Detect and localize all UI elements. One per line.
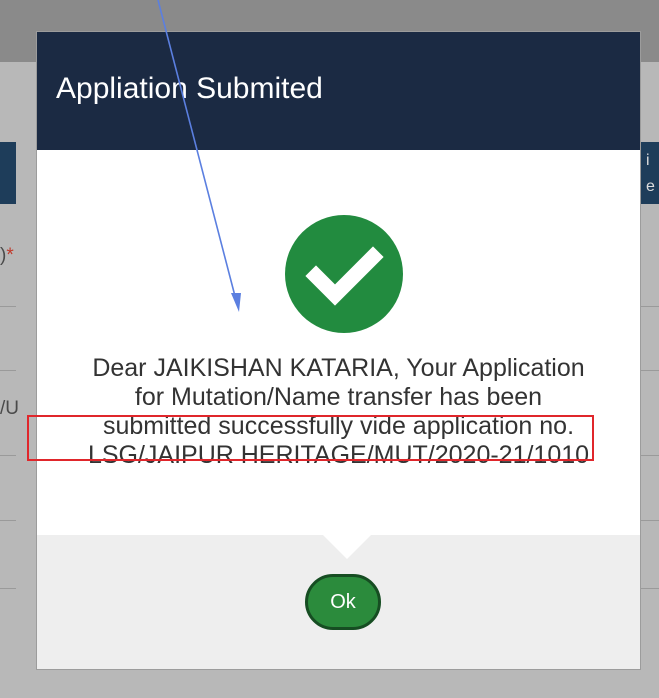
annotation-arrow bbox=[157, 0, 241, 312]
